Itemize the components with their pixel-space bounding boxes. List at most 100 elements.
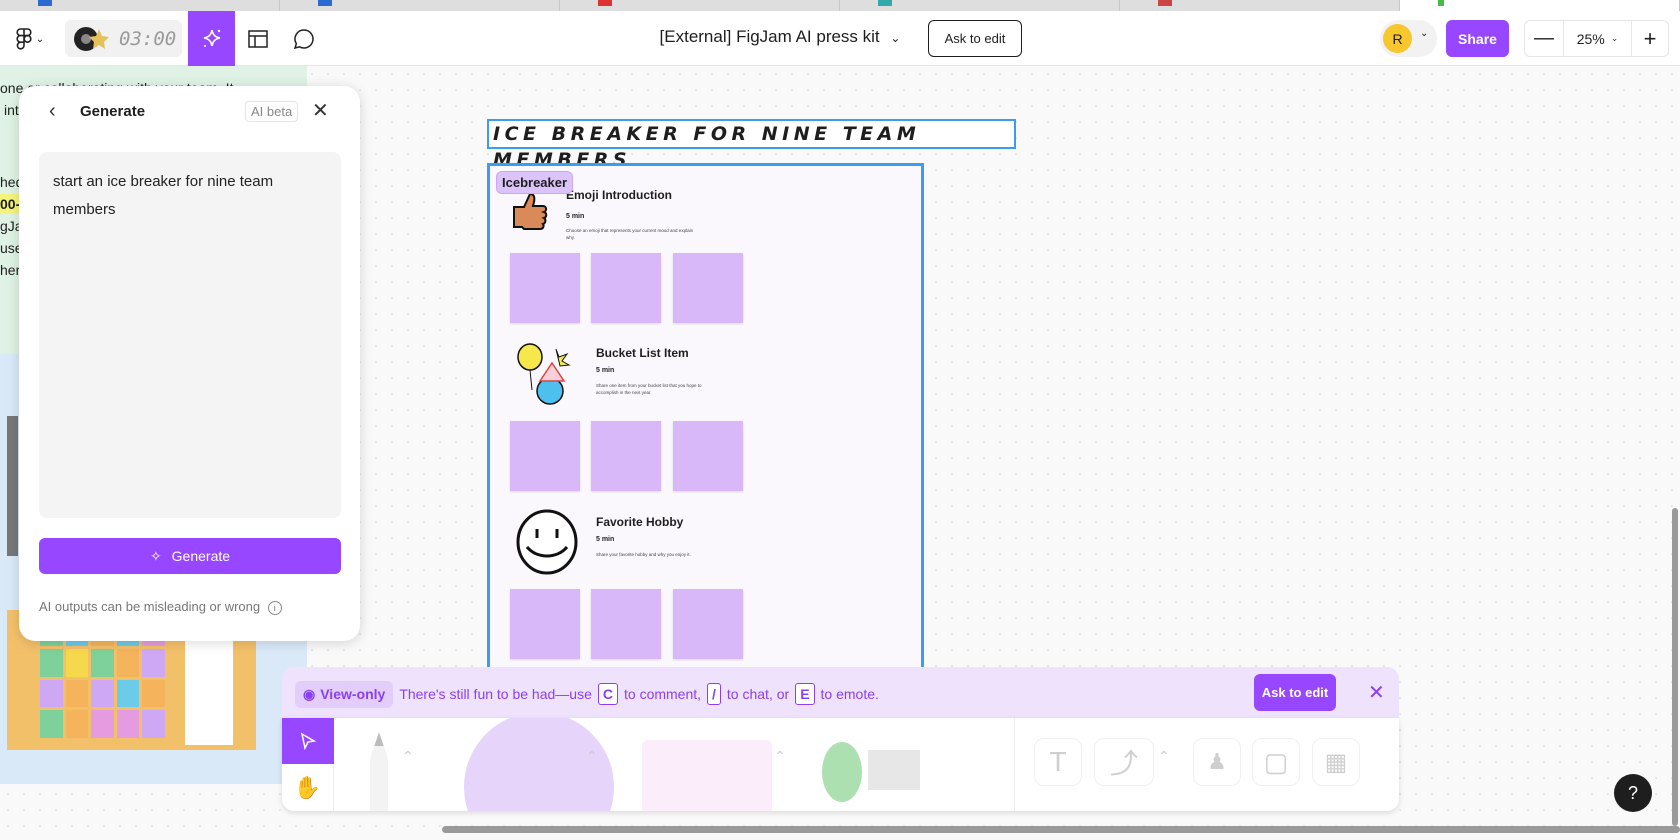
close-icon: ✕ <box>1368 682 1385 704</box>
browser-tab[interactable] <box>0 0 280 11</box>
activity-duration: 5 min <box>596 536 615 543</box>
sticky-note[interactable] <box>591 589 661 659</box>
sticky-tool[interactable] <box>642 740 772 811</box>
stamp-icon: ♟ <box>1207 749 1227 774</box>
section-icon: ▢ <box>1263 746 1289 777</box>
browser-tab[interactable] <box>1120 0 1400 11</box>
chat-icon <box>293 29 314 50</box>
smiley-face-icon <box>516 509 578 575</box>
zoom-out-button[interactable]: — <box>1525 21 1564 56</box>
ai-button[interactable] <box>188 11 235 66</box>
hand-icon: ✋ <box>293 774 322 800</box>
chevron-left-icon: ‹ <box>49 100 56 122</box>
doc-line: 00- <box>0 194 21 214</box>
marker-tool[interactable] <box>370 732 388 811</box>
plus-icon: + <box>1643 25 1657 51</box>
connector-tool[interactable]: ⤴ <box>1094 738 1154 786</box>
banner-text: to comment, <box>624 686 702 702</box>
sticky-note[interactable] <box>510 253 580 323</box>
chevron-up-icon[interactable]: ⌃ <box>586 748 598 765</box>
stickers-tool[interactable] <box>822 742 862 802</box>
close-banner-button[interactable]: ✕ <box>1368 680 1385 705</box>
chevron-down-icon: ⌄ <box>1610 33 1619 43</box>
sticky-note[interactable] <box>510 421 580 491</box>
ask-to-edit-button[interactable]: Ask to edit <box>928 20 1022 57</box>
key-c: C <box>597 683 618 705</box>
sticky-note[interactable] <box>591 421 661 491</box>
sticky-note[interactable] <box>510 589 580 659</box>
view-only-label: View-only <box>320 686 386 702</box>
key-slash: / <box>707 683 721 705</box>
connector-icon: ⤴ <box>1109 748 1138 779</box>
chevron-down-icon: ⌄ <box>1420 28 1429 39</box>
section-tool[interactable]: ▢ <box>1252 738 1300 786</box>
ask-to-edit-button[interactable]: Ask to edit <box>1254 674 1336 711</box>
info-icon[interactable]: i <box>267 601 282 615</box>
banner-text: to chat, or <box>726 686 790 702</box>
cursor-icon <box>300 732 316 750</box>
stamp-tool[interactable]: ♟ <box>1193 738 1241 786</box>
back-button[interactable]: ‹ <box>49 100 56 123</box>
chevron-up-icon[interactable]: ⌃ <box>1158 748 1170 765</box>
sticky-note[interactable] <box>673 589 743 659</box>
help-button[interactable]: ? <box>1614 774 1652 812</box>
browser-tab[interactable] <box>1400 0 1680 11</box>
key-e: E <box>795 683 815 705</box>
activity-title: Bucket List Item <box>596 346 689 360</box>
eye-icon: ◉ <box>303 685 316 702</box>
activity-title: Favorite Hobby <box>596 515 684 529</box>
zoom-level-dropdown[interactable]: 25% ⌄ <box>1564 21 1632 56</box>
figma-menu-button[interactable]: ⌄ <box>12 25 48 53</box>
table-tool[interactable]: ▦ <box>1312 738 1360 786</box>
sticky-note[interactable] <box>673 421 743 491</box>
ai-beta-badge: AI beta <box>245 101 299 122</box>
zoom-level: 25% <box>1576 30 1605 47</box>
vertical-scrollbar[interactable] <box>1672 508 1678 826</box>
browser-tab[interactable] <box>840 0 1120 11</box>
timer-display: 03:00 <box>119 27 177 50</box>
zoom-control: — 25% ⌄ + <box>1524 20 1669 57</box>
thumbs-up-icon <box>513 192 548 230</box>
sticky-note[interactable] <box>673 253 743 323</box>
document-title-text: [External] FigJam AI press kit <box>659 27 880 46</box>
share-button[interactable]: Share <box>1446 20 1509 57</box>
comment-button[interactable] <box>290 25 318 53</box>
browser-tab[interactable] <box>560 0 840 11</box>
zoom-in-button[interactable]: + <box>1632 21 1668 56</box>
view-only-banner: ◉ View-only There's still fun to be had—u… <box>282 667 1399 721</box>
multiplayer-avatars[interactable]: R ⌄ <box>1380 20 1437 57</box>
timer-widget[interactable]: 03:00 <box>65 20 182 57</box>
generate-button-label: Generate <box>171 548 231 564</box>
chevron-up-icon[interactable]: ⌃ <box>774 748 786 765</box>
move-tool[interactable] <box>282 718 334 764</box>
activity-description: Share your favorite hobby and why you en… <box>596 552 691 557</box>
avatar: R <box>1383 24 1412 53</box>
view-only-badge: ◉ View-only <box>295 680 394 708</box>
banner-text: to emote. <box>820 686 879 702</box>
table-icon: ▦ <box>1324 748 1348 776</box>
generate-button[interactable]: ✧ Generate <box>39 538 341 574</box>
text-tool[interactable]: T <box>1034 738 1082 786</box>
chevron-down-icon: ⌄ <box>35 33 45 45</box>
disclaimer: AI outputs can be misleading or wrong i <box>39 599 282 615</box>
close-button[interactable]: ✕ <box>312 98 329 123</box>
background-image <box>7 416 18 556</box>
layout-button[interactable] <box>245 25 271 53</box>
prompt-input[interactable]: start an ice breaker for nine team membe… <box>39 152 341 518</box>
chevron-up-icon[interactable]: ⌃ <box>402 748 414 765</box>
party-balloon-icon <box>517 343 571 405</box>
figma-logo-icon <box>16 28 32 50</box>
generate-panel: ‹ Generate AI beta ✕ start an ice breake… <box>19 86 360 641</box>
doc-line: her <box>0 262 21 278</box>
chevron-down-icon: ⌄ <box>890 31 901 45</box>
document-title[interactable]: [External] FigJam AI press kit ⌄ <box>600 27 960 47</box>
board-title[interactable]: ICE BREAKER FOR NINE TEAM MEMBERS <box>487 119 1016 171</box>
section-label[interactable]: Icebreaker <box>496 171 574 194</box>
icebreaker-section[interactable]: Icebreaker Emoji Introduction 5 min Choo… <box>487 163 924 670</box>
sticky-note[interactable] <box>591 253 661 323</box>
widgets-tool[interactable] <box>868 750 920 790</box>
close-icon: ✕ <box>312 100 329 122</box>
horizontal-scrollbar[interactable] <box>442 826 1680 833</box>
hand-tool[interactable]: ✋ <box>282 764 334 811</box>
browser-tab[interactable] <box>280 0 560 11</box>
